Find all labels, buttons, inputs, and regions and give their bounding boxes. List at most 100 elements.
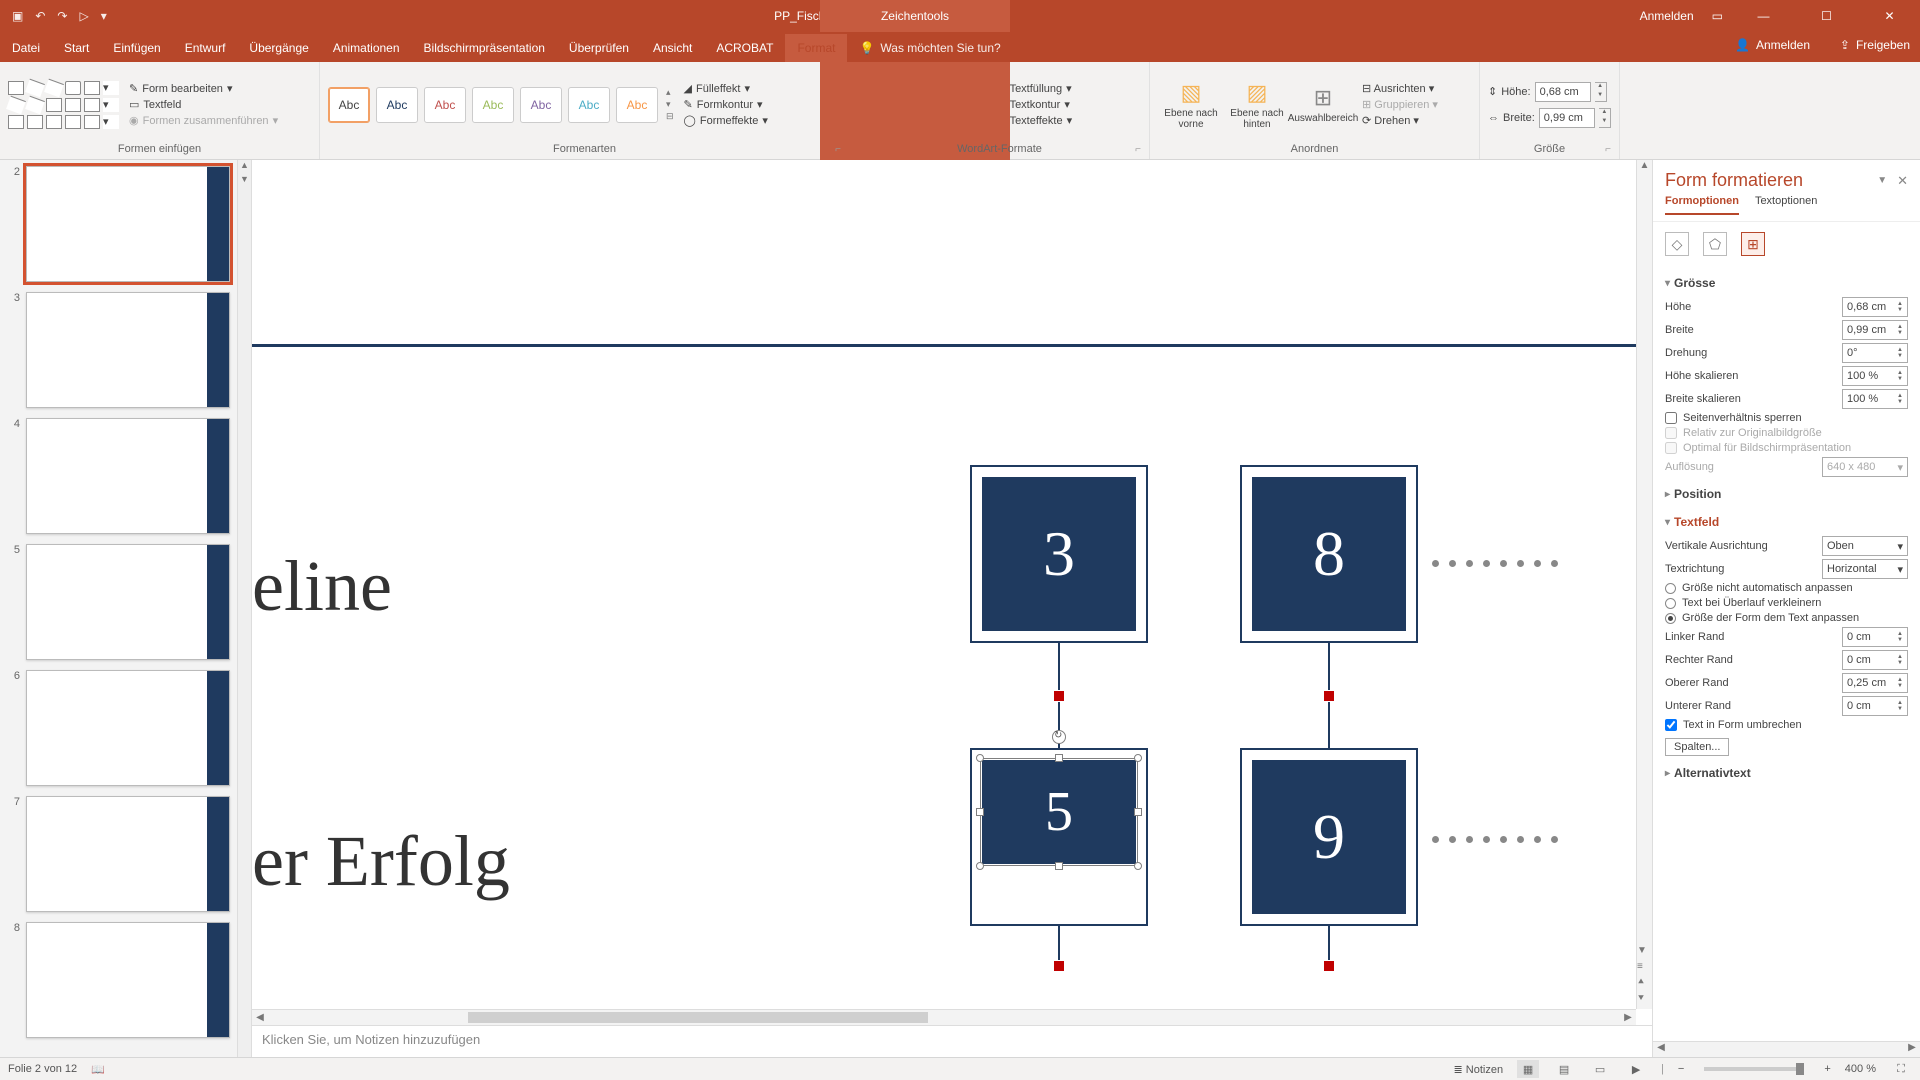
checkbox-lock-aspect[interactable]: Seitenverhältnis sperren	[1665, 412, 1908, 424]
bring-forward-button[interactable]: ▧Ebene nach vorne	[1158, 80, 1224, 130]
timeline-box-8[interactable]: 8	[1252, 477, 1406, 631]
pane-dropdown-icon[interactable]: ▼	[1877, 175, 1887, 186]
tab-design[interactable]: Entwurf	[173, 34, 238, 62]
editor-vscrollbar[interactable]: ▲▼≡⯅⯆	[1636, 160, 1652, 1009]
effects-icon[interactable]: ⬠	[1703, 232, 1727, 256]
shape-fill-button[interactable]: ◢Fülleffekt▾	[684, 82, 768, 95]
height-input[interactable]: 0,68 cm	[1535, 82, 1591, 102]
resize-handle-n[interactable]	[1055, 754, 1063, 762]
tab-view[interactable]: Ansicht	[641, 34, 704, 62]
thumbnails-scrollbar[interactable]: ▲▼	[237, 160, 251, 1057]
rotate-button[interactable]: ⟳ Drehen ▾	[1362, 114, 1438, 127]
thumbnail-slide-2[interactable]	[26, 166, 230, 282]
tab-acrobat[interactable]: ACROBAT	[704, 34, 785, 62]
zoom-level[interactable]: 400 %	[1845, 1063, 1876, 1075]
dialog-launcher-icon[interactable]: ⌐	[1605, 144, 1611, 155]
connector-handle[interactable]	[1053, 690, 1065, 702]
tell-me[interactable]: 💡Was möchten Sie tun?	[847, 34, 1012, 62]
slide-counter[interactable]: Folie 2 von 12	[8, 1063, 77, 1075]
select-textdir[interactable]: Horizontal▾	[1822, 559, 1908, 579]
fit-to-window-icon[interactable]: ⛶	[1890, 1060, 1912, 1078]
fill-line-icon[interactable]: ◇	[1665, 232, 1689, 256]
start-from-beginning-icon[interactable]: ▷	[79, 9, 88, 23]
input-margin-right[interactable]: 0 cm▲▼	[1842, 650, 1908, 670]
share-button[interactable]: ⇪Freigeben	[1840, 38, 1910, 52]
width-input[interactable]: 0,99 cm	[1539, 108, 1595, 128]
resize-handle-ne[interactable]	[1134, 754, 1142, 762]
section-textbox[interactable]: Textfeld	[1665, 511, 1908, 533]
tab-file[interactable]: Datei	[0, 34, 52, 62]
shape-outline-button[interactable]: ✎Formkontur▾	[684, 98, 768, 111]
pane-close-icon[interactable]: ✕	[1897, 173, 1908, 189]
reading-view-icon[interactable]: ▭	[1589, 1060, 1611, 1078]
select-valign[interactable]: Oben▾	[1822, 536, 1908, 556]
height-spinner[interactable]: ▲▼	[1595, 82, 1607, 102]
tab-slideshow[interactable]: Bildschirmpräsentation	[412, 34, 557, 62]
timeline-box-3[interactable]: 3	[982, 477, 1136, 631]
zoom-slider[interactable]	[1704, 1067, 1804, 1071]
resize-handle-s[interactable]	[1055, 862, 1063, 870]
thumbnail-slide-7[interactable]	[26, 796, 230, 912]
input-width[interactable]: 0,99 cm▲▼	[1842, 320, 1908, 340]
textbox-button[interactable]: ▭Textfeld	[129, 98, 278, 111]
thumbnail-slide-8[interactable]	[26, 922, 230, 1038]
qat-more-icon[interactable]: ▾	[101, 9, 107, 23]
tab-review[interactable]: Überprüfen	[557, 34, 641, 62]
input-margin-left[interactable]: 0 cm▲▼	[1842, 627, 1908, 647]
shape-style-gallery[interactable]: Abc Abc Abc Abc Abc Abc Abc ▴▾⊟	[328, 87, 674, 123]
zoom-in-icon[interactable]: +	[1824, 1063, 1830, 1075]
sorter-view-icon[interactable]: ▤	[1553, 1060, 1575, 1078]
dialog-launcher-icon[interactable]: ⌐	[1135, 144, 1141, 155]
slideshow-view-icon[interactable]: ▶	[1625, 1060, 1647, 1078]
tab-home[interactable]: Start	[52, 34, 101, 62]
send-backward-button[interactable]: ▨Ebene nach hinten	[1224, 80, 1290, 130]
connector-handle[interactable]	[1323, 960, 1335, 972]
close-button[interactable]: ✕	[1867, 0, 1912, 32]
zoom-out-icon[interactable]: −	[1678, 1063, 1684, 1075]
input-margin-bottom[interactable]: 0 cm▲▼	[1842, 696, 1908, 716]
connector-handle[interactable]	[1323, 690, 1335, 702]
thumbnail-slide-4[interactable]	[26, 418, 230, 534]
ribbon-display-icon[interactable]: ▭	[1712, 9, 1723, 23]
align-button[interactable]: ⊟ Ausrichten ▾	[1362, 82, 1438, 95]
shape-gallery[interactable]: ▾ ▾ ▾	[8, 81, 119, 129]
resize-handle-w[interactable]	[976, 808, 984, 816]
width-spinner[interactable]: ▲▼	[1599, 108, 1611, 128]
columns-button[interactable]: Spalten...	[1665, 738, 1729, 756]
input-rotation[interactable]: 0°▲▼	[1842, 343, 1908, 363]
pane-hscrollbar[interactable]: ◀▶	[1653, 1041, 1920, 1057]
rotate-handle[interactable]	[1052, 730, 1066, 744]
input-height[interactable]: 0,68 cm▲▼	[1842, 297, 1908, 317]
thumbnail-slide-6[interactable]	[26, 670, 230, 786]
spellcheck-icon[interactable]: 📖	[91, 1063, 105, 1076]
radio-autosize-none[interactable]: Größe nicht automatisch anpassen	[1665, 582, 1908, 594]
shape-effects-button[interactable]: ◯Formeffekte▾	[684, 114, 768, 127]
resize-handle-se[interactable]	[1134, 862, 1142, 870]
notes-pane[interactable]: Klicken Sie, um Notizen hinzuzufügen	[252, 1025, 1652, 1057]
account-signin[interactable]: Anmelden	[1640, 9, 1694, 23]
radio-autosize-resize[interactable]: Größe der Form dem Text anpassen	[1665, 612, 1908, 624]
connector-handle[interactable]	[1053, 960, 1065, 972]
editor-hscrollbar[interactable]: ◀▶	[252, 1009, 1636, 1025]
tab-insert[interactable]: Einfügen	[101, 34, 172, 62]
radio-autosize-shrink[interactable]: Text bei Überlauf verkleinern	[1665, 597, 1908, 609]
section-size[interactable]: Grösse	[1665, 272, 1908, 294]
resize-handle-nw[interactable]	[976, 754, 984, 762]
resize-handle-sw[interactable]	[976, 862, 984, 870]
maximize-button[interactable]: ☐	[1804, 0, 1849, 32]
resize-handle-e[interactable]	[1134, 808, 1142, 816]
pane-tab-shape[interactable]: Formoptionen	[1665, 195, 1739, 215]
input-scale-width[interactable]: 100 %▲▼	[1842, 389, 1908, 409]
size-properties-icon[interactable]: ⊞	[1741, 232, 1765, 256]
tab-format[interactable]: Format	[785, 34, 847, 62]
tab-transitions[interactable]: Übergänge	[237, 34, 320, 62]
thumbnail-slide-3[interactable]	[26, 292, 230, 408]
pane-tab-text[interactable]: Textoptionen	[1755, 195, 1817, 215]
input-scale-height[interactable]: 100 %▲▼	[1842, 366, 1908, 386]
timeline-box-5[interactable]: 5	[982, 760, 1136, 864]
section-alttext[interactable]: Alternativtext	[1665, 762, 1908, 784]
edit-shape-button[interactable]: ✎Form bearbeiten▾	[129, 82, 278, 95]
timeline-box-9[interactable]: 9	[1252, 760, 1406, 914]
redo-icon[interactable]: ↷	[57, 9, 67, 23]
tabs-signin[interactable]: 👤Anmelden	[1735, 38, 1810, 52]
